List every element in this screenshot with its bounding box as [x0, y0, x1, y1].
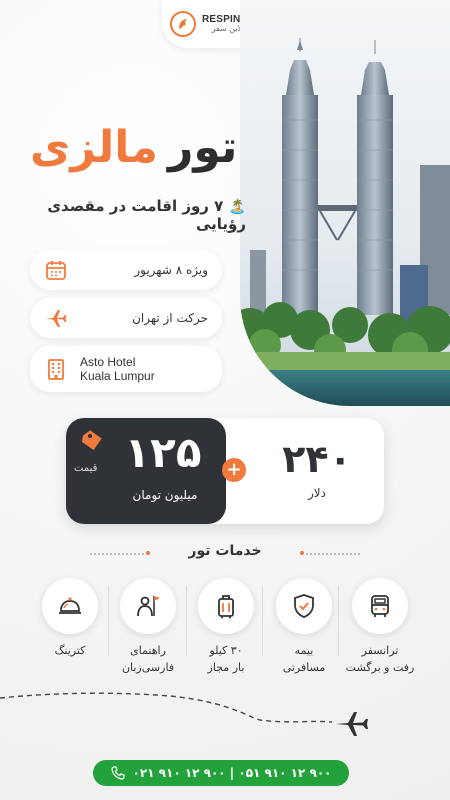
price-toman-unit: میلیون تومان	[132, 488, 198, 502]
service-guide: راهنمای فارسی‌زبان	[118, 578, 178, 676]
departure-text: حرکت از تهران	[132, 311, 208, 325]
service-insurance-line2: مسافرتی	[282, 661, 326, 675]
guide-flag-icon	[137, 596, 160, 617]
title-word-tour: تور	[167, 122, 238, 173]
island-emoji-icon: 🏝️	[228, 199, 246, 215]
hotel-name: Asto Hotel	[80, 354, 136, 369]
page-title: تور مالزی	[30, 126, 250, 170]
airplane-icon	[46, 310, 67, 327]
service-catering: کترینگ	[40, 578, 100, 659]
page: RESPINA24.IR خدمات آنلاین سفر	[0, 0, 450, 800]
title-word-malaysia: مالزی	[30, 122, 158, 173]
price-usd-value: ۲۴۰	[282, 437, 352, 481]
service-baggage: ۳۰ کیلو بار مجاز	[196, 578, 256, 676]
service-catering-line1: کترینگ	[54, 644, 86, 657]
hero-photo	[240, 0, 450, 406]
bird-logo-icon	[170, 11, 196, 37]
plus-icon: +	[222, 458, 246, 482]
services-title: خدمات تور	[188, 543, 262, 559]
calendar-icon	[46, 261, 66, 280]
departure-pill: حرکت از تهران	[30, 298, 222, 338]
date-pill: ویژه ۸ شهریور	[30, 250, 222, 290]
service-guide-line2: فارسی‌زبان	[121, 661, 175, 675]
date-text: ویژه ۸ شهریور	[134, 263, 208, 277]
building-icon	[48, 359, 64, 380]
contact-phone-bar[interactable]: ۰۲۱ ۹۱۰ ۱۲ ۹۰۰ | ۰۵۱ ۹۱۰ ۱۲ ۹۰۰	[93, 760, 349, 786]
phone-icon	[110, 766, 125, 780]
petronas-towers-image	[240, 38, 450, 406]
service-insurance: بیمه مسافرتی	[274, 578, 334, 676]
subtitle: 🏝️ ۷ روز اقامت در مقصدی رؤیایی	[36, 197, 246, 233]
service-baggage-line1: ۳۰ کیلو	[209, 644, 243, 657]
luggage-icon	[218, 595, 234, 619]
services-divider-right	[300, 551, 360, 555]
service-transfer-line1: ترانسفر	[361, 644, 399, 657]
service-guide-line1: راهنمای	[130, 644, 166, 657]
subtitle-text: ۷ روز اقامت در مقصدی رؤیایی	[47, 197, 246, 233]
price-usd-unit: دلار	[308, 486, 326, 500]
service-transfer-line2: رفت و برگشت	[345, 661, 415, 675]
service-insurance-line1: بیمه	[294, 644, 314, 657]
bus-icon	[371, 595, 389, 617]
flight-path	[0, 692, 368, 736]
hotel-text: Asto Hotel Kuala Lumpur	[80, 355, 208, 384]
price-toman-value: ۱۲۵	[124, 428, 202, 477]
catering-icon	[59, 597, 81, 614]
hotel-city: Kuala Lumpur	[80, 369, 155, 383]
airplane-icon	[336, 712, 368, 736]
service-baggage-line2: بار مجاز	[207, 661, 245, 675]
shield-check-icon	[294, 594, 314, 618]
price-label: قیمت	[74, 463, 98, 474]
hotel-pill: Asto Hotel Kuala Lumpur	[30, 346, 222, 392]
contact-phone-numbers[interactable]: ۰۲۱ ۹۱۰ ۱۲ ۹۰۰ | ۰۵۱ ۹۱۰ ۱۲ ۹۰۰	[133, 766, 332, 780]
price-tag-icon	[81, 430, 102, 451]
service-transfer: ترانسفر رفت و برگشت	[346, 578, 414, 676]
